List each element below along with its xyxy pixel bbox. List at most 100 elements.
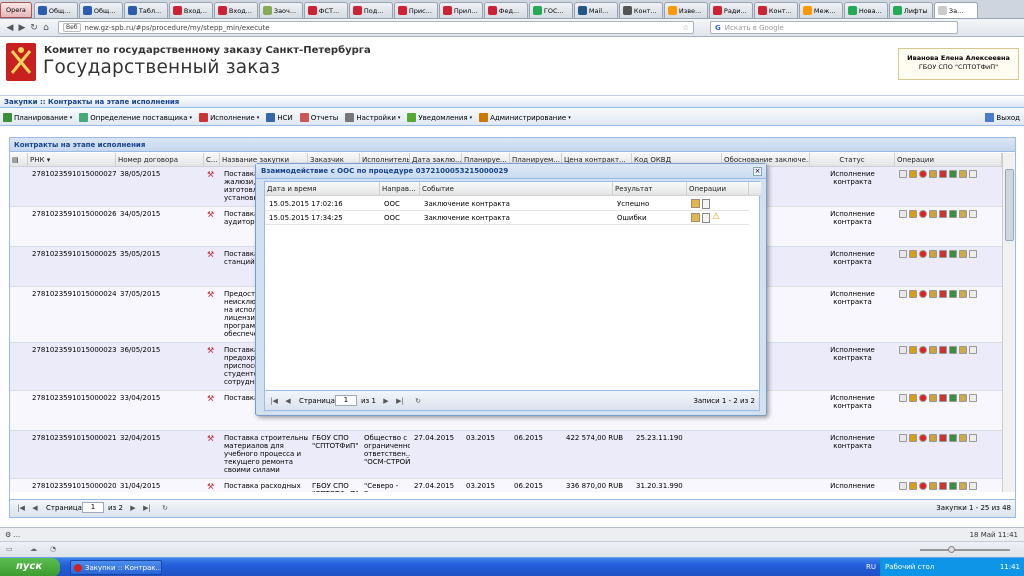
operation-icon[interactable] bbox=[909, 290, 917, 298]
grid-scrollbar[interactable] bbox=[1002, 153, 1015, 492]
tools-icon[interactable]: ⚒ bbox=[207, 290, 214, 299]
browser-tab[interactable]: Ради... bbox=[708, 2, 753, 18]
operation-icon[interactable] bbox=[909, 394, 917, 402]
menu-item[interactable]: Настройки ▾ bbox=[345, 113, 400, 122]
back-arrow-icon[interactable]: ◀ bbox=[4, 22, 16, 34]
operation-icon[interactable] bbox=[899, 210, 907, 218]
dlg-col-result[interactable]: Результат bbox=[613, 182, 687, 196]
operation-icon[interactable] bbox=[909, 210, 917, 218]
zoom-slider[interactable] bbox=[920, 549, 1010, 551]
operation-icon[interactable] bbox=[899, 482, 907, 490]
operation-icon[interactable] bbox=[929, 434, 937, 442]
taskbar-item-browser[interactable]: Закупки :: Контрак... bbox=[70, 560, 162, 575]
bookmark-star-icon[interactable]: ☆ bbox=[683, 24, 689, 32]
browser-tab[interactable]: Меж... bbox=[798, 2, 843, 18]
operation-icon[interactable] bbox=[959, 290, 967, 298]
tools-icon[interactable]: ⚒ bbox=[207, 210, 214, 219]
operation-icon[interactable] bbox=[969, 210, 977, 218]
operation-icon[interactable] bbox=[899, 434, 907, 442]
dlg-first-page-icon[interactable]: |◀ bbox=[269, 396, 279, 406]
operation-icon[interactable] bbox=[959, 250, 967, 258]
menu-item[interactable]: Планирование ▾ bbox=[3, 113, 72, 122]
operation-icon[interactable] bbox=[949, 482, 957, 490]
browser-tab[interactable]: Заоч... bbox=[258, 2, 303, 18]
browser-tab[interactable]: Изве... bbox=[663, 2, 708, 18]
operation-icon[interactable] bbox=[929, 250, 937, 258]
operation-icon[interactable] bbox=[919, 210, 927, 218]
search-field[interactable]: G Искать в Google bbox=[710, 21, 958, 34]
next-page-icon[interactable]: ▶ bbox=[128, 503, 138, 513]
operation-icon[interactable] bbox=[959, 482, 967, 490]
browser-tab[interactable]: Нова... bbox=[843, 2, 888, 18]
operation-icon[interactable] bbox=[899, 394, 907, 402]
browser-tab[interactable]: Mail... bbox=[573, 2, 618, 18]
operation-icon[interactable] bbox=[939, 346, 947, 354]
browser-tab[interactable]: Прис... bbox=[393, 2, 438, 18]
menu-item[interactable]: Администрирование ▾ bbox=[479, 113, 571, 122]
operation-icon[interactable] bbox=[929, 394, 937, 402]
operation-icon[interactable] bbox=[939, 434, 947, 442]
panel-toggle-icon[interactable]: ▭ bbox=[6, 545, 13, 553]
browser-tab[interactable]: Вход... bbox=[213, 2, 258, 18]
home-icon[interactable]: ⌂ bbox=[40, 22, 52, 34]
operation-icon[interactable] bbox=[939, 250, 947, 258]
operation-icon[interactable] bbox=[939, 210, 947, 218]
browser-tab[interactable]: Общ... bbox=[78, 2, 123, 18]
document-icon[interactable] bbox=[702, 199, 710, 209]
browser-tab[interactable]: Конт... bbox=[753, 2, 798, 18]
operation-icon[interactable] bbox=[959, 434, 967, 442]
operation-icon[interactable] bbox=[939, 170, 947, 178]
browser-tab[interactable]: Вход... bbox=[168, 2, 213, 18]
dlg-refresh-icon[interactable]: ↻ bbox=[413, 396, 423, 406]
package-icon[interactable] bbox=[691, 213, 700, 222]
dlg-col-operations[interactable]: Операции bbox=[687, 182, 749, 196]
browser-tab[interactable]: Лифты bbox=[888, 2, 933, 18]
col-contract-number[interactable]: Номер договора bbox=[116, 153, 204, 167]
tools-icon[interactable]: ⚒ bbox=[207, 434, 214, 443]
turbo-icon[interactable]: ◔ bbox=[50, 545, 56, 553]
start-button[interactable]: пуск bbox=[0, 558, 60, 576]
operation-icon[interactable] bbox=[919, 170, 927, 178]
prev-page-icon[interactable]: ◀ bbox=[30, 503, 40, 513]
operation-icon[interactable] bbox=[939, 394, 947, 402]
user-info-box[interactable]: Иванова Елена Алексеевна ГБОУ СПО "СПТОТ… bbox=[898, 48, 1019, 80]
dlg-next-page-icon[interactable]: ▶ bbox=[381, 396, 391, 406]
operation-icon[interactable] bbox=[929, 290, 937, 298]
document-icon[interactable] bbox=[702, 213, 710, 223]
operation-icon[interactable] bbox=[949, 210, 957, 218]
zoom-slider-thumb[interactable] bbox=[948, 546, 955, 553]
dialog-row[interactable]: 15.05.2015 17:34:25 ООС Заключение контрак… bbox=[265, 211, 749, 225]
close-icon[interactable]: × bbox=[753, 167, 762, 176]
operation-icon[interactable] bbox=[939, 482, 947, 490]
operation-icon[interactable] bbox=[969, 346, 977, 354]
col-rnk[interactable]: РНК ▾ bbox=[28, 153, 116, 167]
operation-icon[interactable] bbox=[899, 346, 907, 354]
operation-icon[interactable] bbox=[899, 290, 907, 298]
table-row[interactable]: 2781023591015000020 31/04/2015 Поставка ра… bbox=[10, 479, 1002, 492]
operation-icon[interactable] bbox=[949, 394, 957, 402]
operation-icon[interactable] bbox=[909, 434, 917, 442]
operation-icon[interactable] bbox=[949, 250, 957, 258]
dlg-prev-page-icon[interactable]: ◀ bbox=[283, 396, 293, 406]
menu-item[interactable]: НСИ bbox=[266, 113, 293, 122]
operation-icon[interactable] bbox=[959, 170, 967, 178]
warning-icon[interactable]: ⚠ bbox=[712, 213, 720, 223]
operation-icon[interactable] bbox=[909, 170, 917, 178]
refresh-icon[interactable]: ↻ bbox=[160, 503, 170, 513]
scrollbar-thumb[interactable] bbox=[1005, 169, 1014, 241]
browser-tab[interactable]: Конт... bbox=[618, 2, 663, 18]
operation-icon[interactable] bbox=[969, 250, 977, 258]
tools-icon[interactable]: ⚒ bbox=[207, 394, 214, 403]
operation-icon[interactable] bbox=[899, 250, 907, 258]
col-operations[interactable]: Операции bbox=[895, 153, 1002, 167]
reload-icon[interactable]: ↻ bbox=[28, 22, 40, 34]
operation-icon[interactable] bbox=[969, 434, 977, 442]
menu-item[interactable]: Определение поставщика ▾ bbox=[79, 113, 192, 122]
logout-button[interactable]: Выход bbox=[985, 113, 1020, 122]
operation-icon[interactable] bbox=[959, 346, 967, 354]
menu-item[interactable]: Отчеты bbox=[299, 113, 338, 122]
operation-icon[interactable] bbox=[929, 346, 937, 354]
dlg-col-event[interactable]: Событие bbox=[420, 182, 613, 196]
operation-icon[interactable] bbox=[929, 170, 937, 178]
operation-icon[interactable] bbox=[929, 210, 937, 218]
